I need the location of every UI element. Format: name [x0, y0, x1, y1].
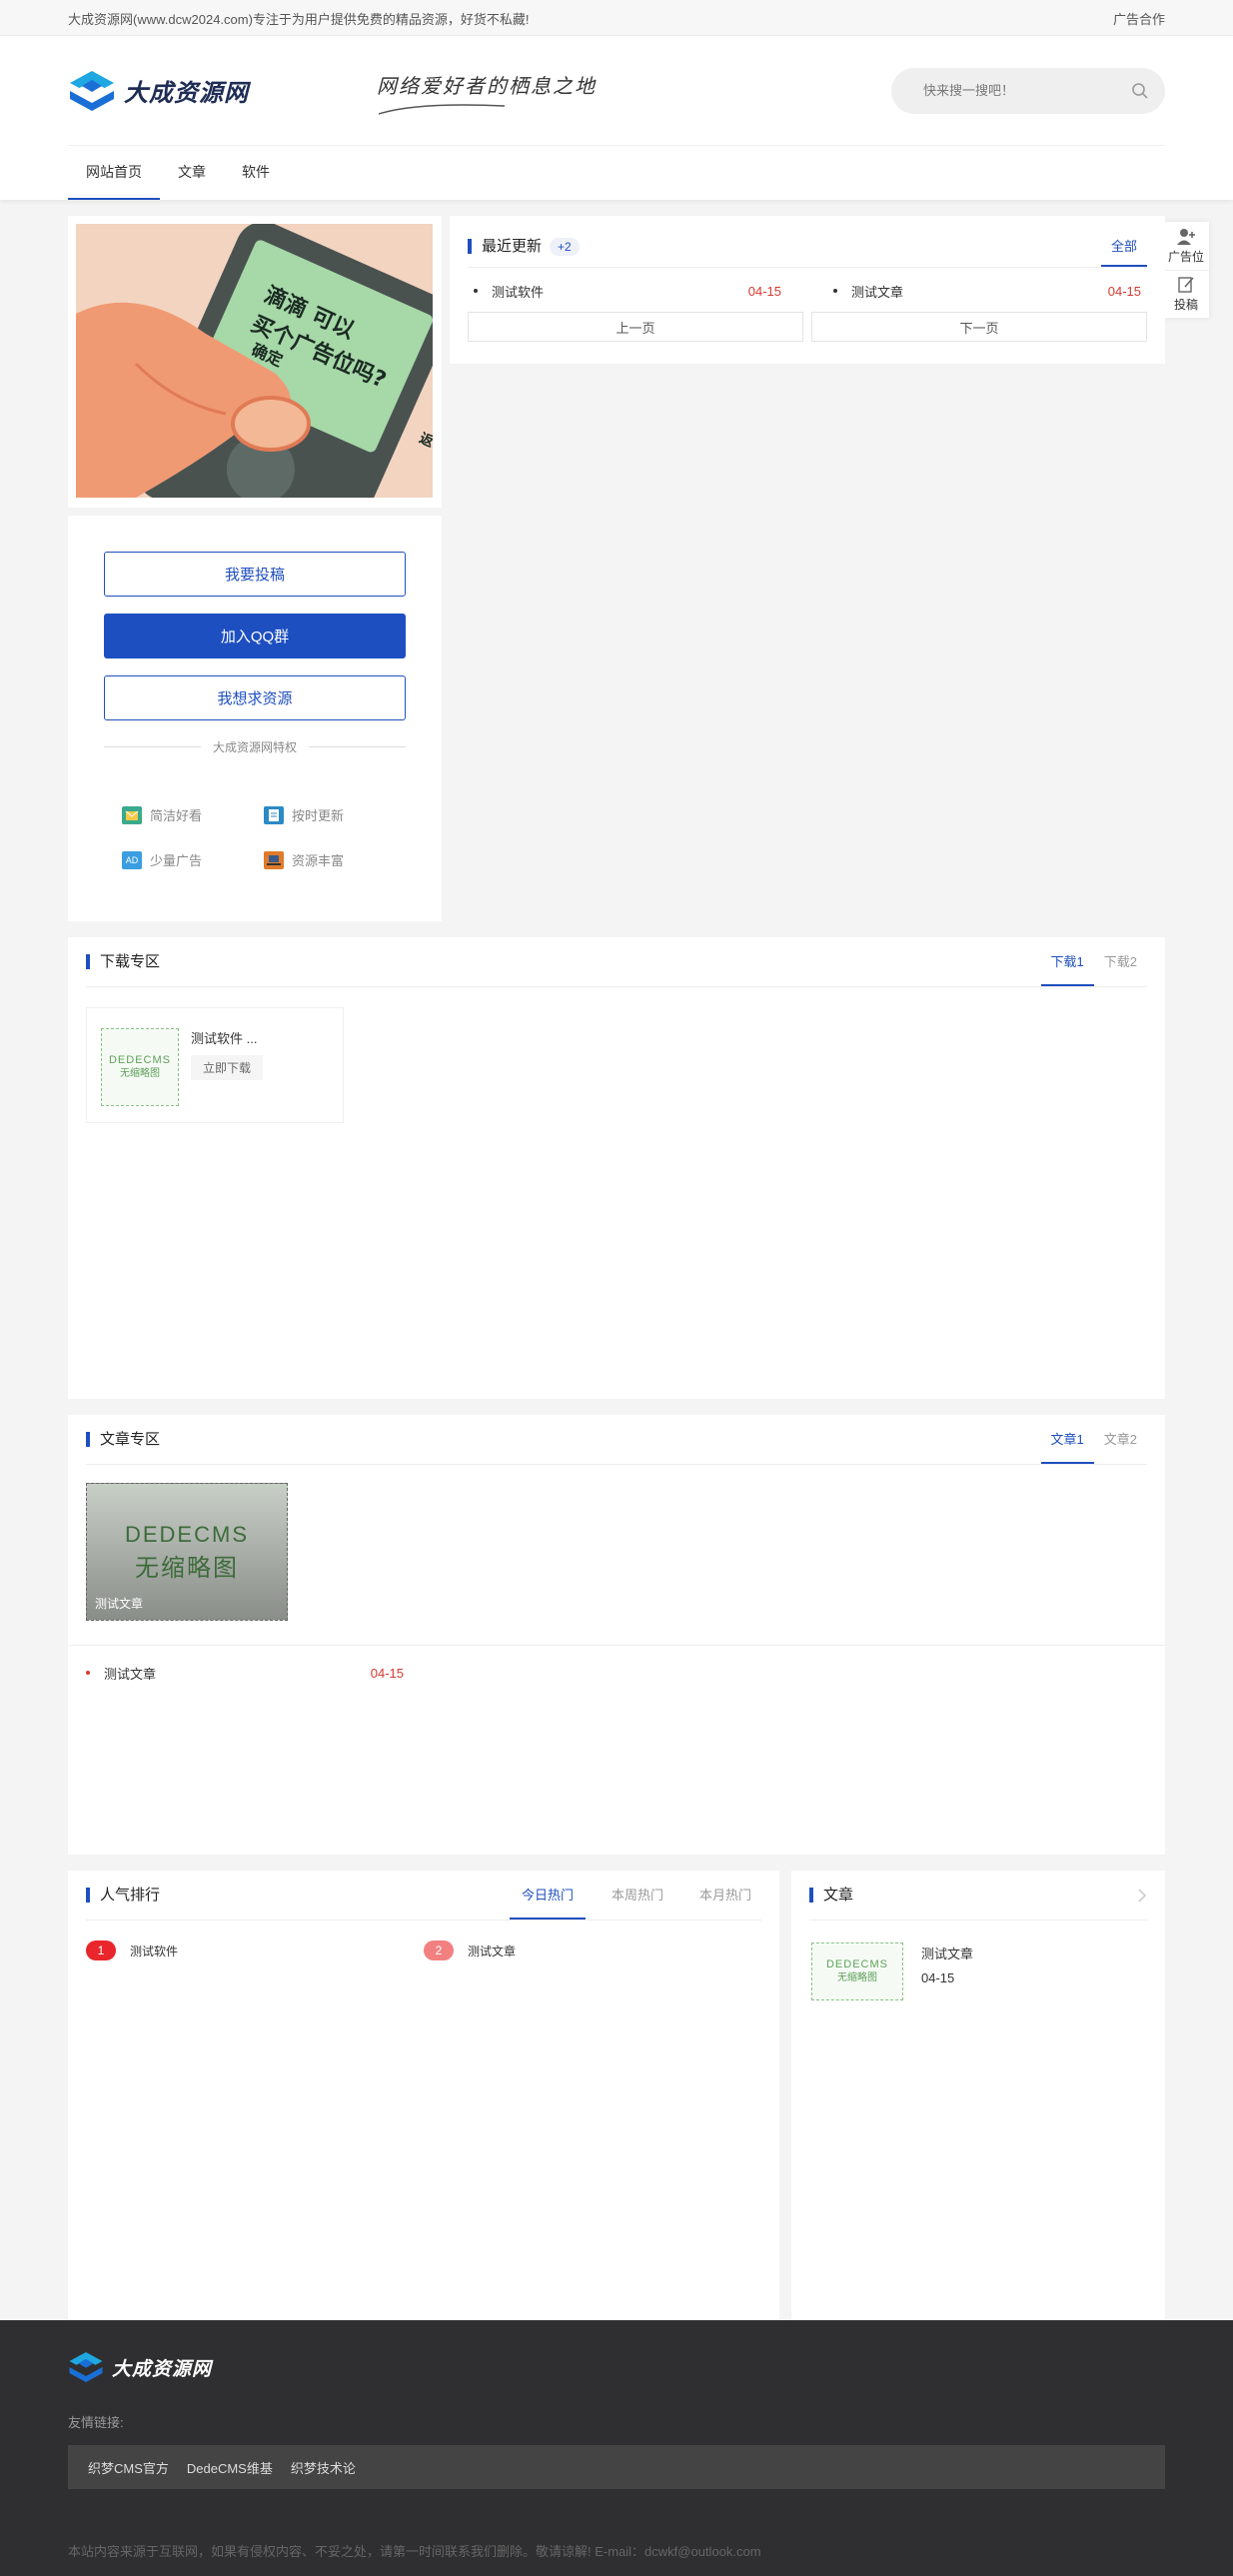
nav-articles[interactable]: 文章	[160, 146, 224, 200]
tab-download-2[interactable]: 下载2	[1094, 937, 1147, 986]
logo-text: 大成资源网	[124, 80, 249, 107]
popular-ranking: 人气排行 今日热门 本周热门 本月热门 1 测试软件 2 测试文章	[68, 1871, 779, 2336]
friend-link[interactable]: DedeCMS维基	[187, 2458, 273, 2477]
request-resource-button[interactable]: 我想求资源	[104, 675, 406, 720]
document-icon	[264, 805, 284, 824]
prev-page-button[interactable]: 上一页	[468, 312, 803, 342]
friend-link[interactable]: 织梦CMS官方	[88, 2458, 169, 2477]
tab-week-hot[interactable]: 本周热门	[586, 1871, 689, 1920]
download-card-title[interactable]: 测试软件 ...	[191, 1028, 263, 1047]
list-item[interactable]: 测试文章 04-15	[827, 274, 1147, 308]
download-title: 下载专区	[86, 954, 160, 969]
tab-month-hot[interactable]: 本月热门	[689, 1871, 761, 1920]
ranking-title: 人气排行	[86, 1888, 160, 1903]
recent-count-badge: +2	[550, 237, 580, 256]
ad-banner[interactable]: 滴滴 可以 买个广告位吗? 确定 返	[68, 216, 442, 508]
action-panel: 我要投稿 加入QQ群 我想求资源 大成资源网特权 简洁好看 按时更新 AD 少量…	[68, 516, 442, 921]
download-card[interactable]: DEDECMS 无缩略图 测试软件 ... 立即下载	[86, 1007, 344, 1123]
feature-item: 资源丰富	[264, 850, 406, 869]
ranking-item[interactable]: 1 测试软件	[86, 1940, 424, 1960]
slogan: 网络爱好者的栖息之地	[377, 70, 597, 115]
header: 大成资源网 网络爱好者的栖息之地 网站首页 文章 软件	[0, 36, 1233, 200]
site-intro: 大成资源网(www.dcw2024.com)专注于为用户提供免费的精品资源，好货…	[68, 11, 530, 27]
tab-download-1[interactable]: 下载1	[1040, 937, 1094, 986]
float-contribute[interactable]: 投稿	[1163, 270, 1209, 318]
ranking-item[interactable]: 2 测试文章	[424, 1940, 761, 1960]
feature-item: 按时更新	[264, 805, 406, 824]
thumbnail-placeholder: DEDECMS 无缩略图	[811, 1942, 903, 2000]
submit-button[interactable]: 我要投稿	[104, 552, 406, 597]
recent-title: 最近更新	[468, 239, 542, 254]
float-ad-slot[interactable]: 广告位	[1163, 222, 1209, 270]
top-bar: 大成资源网(www.dcw2024.com)专注于为用户提供免费的精品资源，好货…	[0, 0, 1233, 36]
privilege-list: 简洁好看 按时更新 AD 少量广告 资源丰富	[104, 805, 406, 869]
copyright-text: 本站内容来源于互联网，如果有侵权内容、不妥之处，请第一时间联系我们删除。敬请谅解…	[68, 2544, 761, 2559]
laptop-icon	[264, 850, 284, 869]
download-now-button[interactable]: 立即下载	[191, 1055, 264, 1080]
search-icon[interactable]	[1131, 82, 1149, 100]
list-item[interactable]: DEDECMS 无缩略图 测试文章 04-15	[809, 1942, 1147, 2000]
footer-logo[interactable]: 大成资源网	[68, 2350, 1165, 2384]
privilege-divider: 大成资源网特权	[104, 738, 407, 755]
envelope-icon	[122, 805, 142, 824]
next-page-button[interactable]: 下一页	[811, 312, 1147, 342]
logo-icon	[70, 70, 114, 111]
rank-badge: 1	[86, 1940, 116, 1960]
thumbnail-placeholder: DEDECMS 无缩略图	[101, 1028, 179, 1106]
ad-coop-link[interactable]: 广告合作	[1113, 9, 1165, 28]
tab-article-2[interactable]: 文章2	[1094, 1415, 1147, 1464]
join-qq-button[interactable]: 加入QQ群	[104, 614, 406, 658]
ad-icon: AD	[122, 850, 142, 869]
recent-all-tab[interactable]: 全部	[1100, 226, 1147, 267]
friend-links: 织梦CMS官方 DedeCMS维基 织梦技术论	[68, 2445, 1165, 2489]
chevron-right-icon[interactable]	[1137, 1888, 1147, 1904]
footer: 大成资源网 友情链接: 织梦CMS官方 DedeCMS维基 织梦技术论 本站内容…	[0, 2320, 1233, 2576]
friend-link[interactable]: 织梦技术论	[291, 2458, 356, 2477]
side-article-item-date: 04-15	[921, 1970, 955, 1985]
side-article-title: 文章	[809, 1888, 853, 1903]
tab-today-hot[interactable]: 今日热门	[509, 1871, 586, 1920]
download-section: 下载专区 下载1 下载2 DEDECMS 无缩略图 测试软件 ... 立即下载	[68, 937, 1165, 1399]
article-card-caption: 测试文章	[95, 1597, 144, 1611]
friend-links-title: 友情链接:	[68, 2415, 124, 2430]
main-nav: 网站首页 文章 软件	[68, 146, 1165, 200]
nav-software[interactable]: 软件	[224, 146, 288, 200]
recent-updates: 最近更新 +2 全部 测试软件 04-15 测试文章 04-15 上一页 下一页	[450, 216, 1165, 364]
search-input[interactable]	[923, 83, 1131, 98]
feature-item: AD 少量广告	[122, 850, 264, 869]
ad-image[interactable]: 滴滴 可以 买个广告位吗? 确定 返	[76, 224, 433, 498]
feature-item: 简洁好看	[122, 805, 264, 824]
article-section: 文章专区 文章1 文章2 DEDECMS 无缩略图 测试文章 测试文章 04-1…	[68, 1415, 1165, 1855]
side-article-item-title[interactable]: 测试文章	[921, 1942, 973, 1966]
article-card[interactable]: DEDECMS 无缩略图 测试文章	[86, 1483, 288, 1621]
logo-icon	[69, 2352, 103, 2382]
edit-icon	[1178, 277, 1194, 293]
slogan-underline	[378, 104, 506, 115]
rank-badge: 2	[424, 1940, 454, 1960]
nav-home[interactable]: 网站首页	[68, 146, 160, 200]
site-logo[interactable]: 大成资源网	[68, 69, 249, 113]
tab-article-1[interactable]: 文章1	[1040, 1415, 1094, 1464]
list-item[interactable]: 测试文章 04-15	[86, 1646, 404, 1700]
floating-sidebar: 广告位 投稿	[1163, 222, 1209, 318]
article-title: 文章专区	[86, 1432, 160, 1447]
list-item[interactable]: 测试软件 04-15	[468, 274, 787, 308]
search-box[interactable]	[891, 67, 1165, 114]
user-add-icon	[1177, 228, 1195, 245]
side-article-panel: 文章 DEDECMS 无缩略图 测试文章 04-15	[791, 1871, 1165, 2336]
